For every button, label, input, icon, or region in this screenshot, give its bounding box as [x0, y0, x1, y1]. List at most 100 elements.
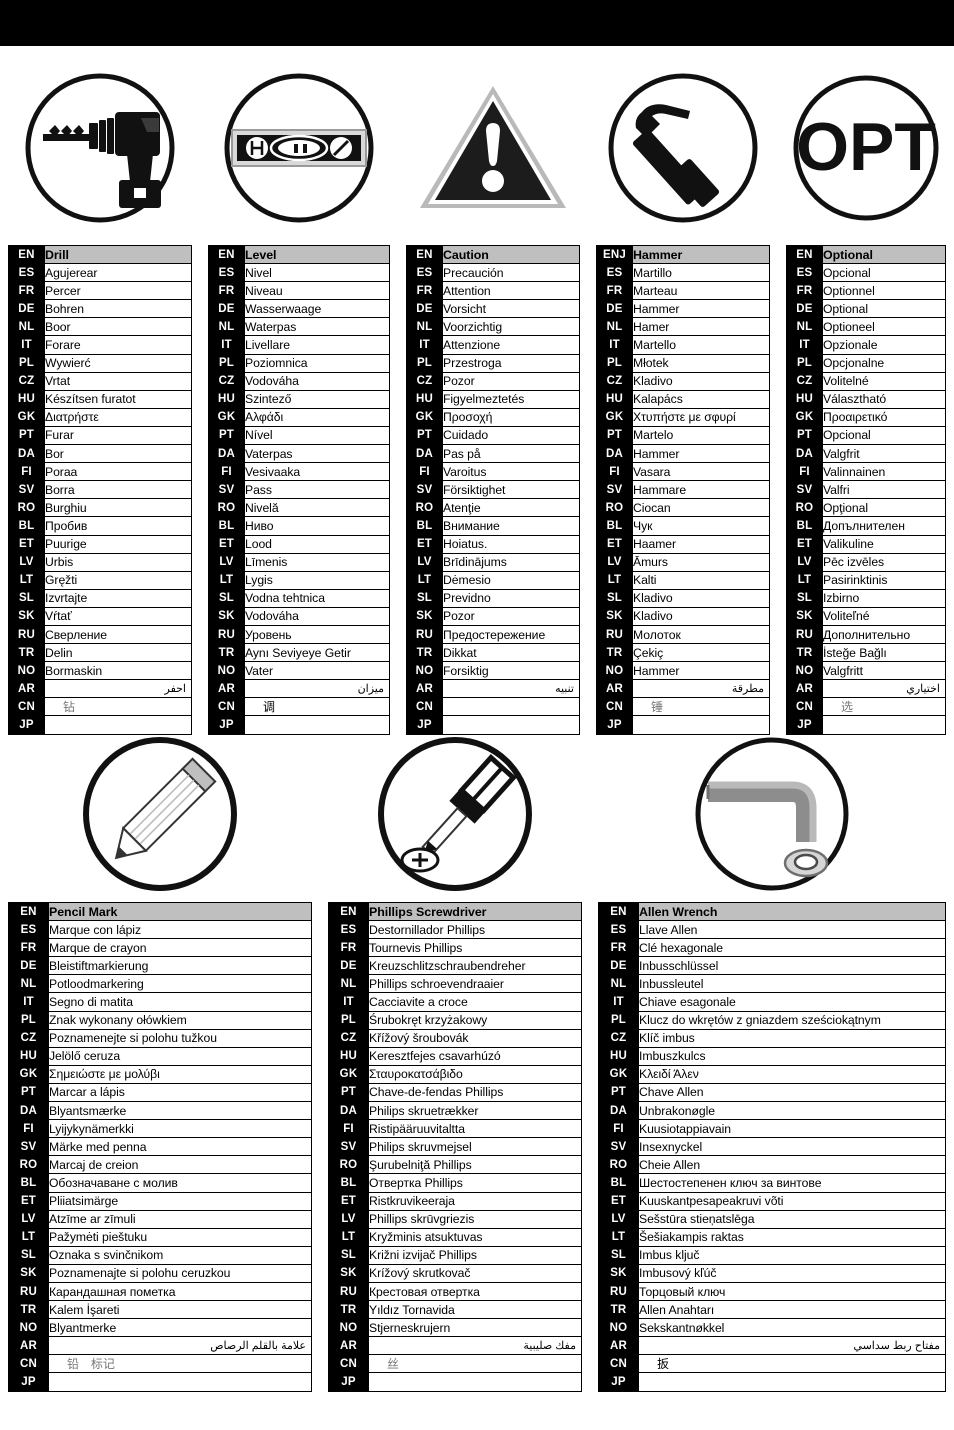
allen-wrench-icon [695, 737, 849, 891]
table-row: ET Pliiatsimärge [8, 1191, 312, 1211]
lang-code: GK [8, 407, 45, 427]
lang-code: CZ [8, 371, 45, 391]
term-cell: Potloodmarkering [48, 974, 312, 994]
term-cell: Κλειδί Άλεν [638, 1064, 946, 1084]
term-cell: مفك صليبية [368, 1336, 582, 1356]
term-cell: Pozor [442, 606, 580, 626]
table-row: AR مفك صليبية [328, 1336, 582, 1356]
table-row: GK Σημειώστε με μολύβι [8, 1064, 312, 1084]
lang-code: LV [596, 552, 633, 572]
table-row: CN 选 [786, 697, 946, 717]
table-row: DE Optional [786, 299, 946, 319]
term-cell: Kladivo [632, 588, 770, 608]
table-row: NO Vater [208, 661, 390, 681]
term-cell: Försiktighet [442, 480, 580, 500]
table-row: NL Potloodmarkering [8, 974, 312, 994]
lang-code: SV [8, 1137, 49, 1157]
lang-code: PL [328, 1010, 369, 1030]
table-row: DA Vaterpas [208, 444, 390, 464]
term-cell: Cacciavite a croce [368, 992, 582, 1012]
lang-code: NL [208, 317, 245, 337]
lang-code: PT [598, 1082, 639, 1103]
table-title: Drill [44, 244, 192, 265]
term-cell: Imbusový kľúč [638, 1263, 946, 1283]
table-row: CZ Poznamenejte si polohu tužkou [8, 1028, 312, 1048]
lang-code: EN [8, 901, 49, 922]
table-row: HU Választható [786, 389, 946, 409]
lang-code: BL [598, 1173, 639, 1193]
table-row: RO Cheie Allen [598, 1155, 946, 1175]
term-cell: Borra [44, 480, 192, 500]
lang-code: RO [598, 1155, 639, 1175]
term-cell: Waterpas [244, 317, 390, 337]
lang-code: RO [328, 1155, 369, 1175]
optional-icon-text: OPT [796, 109, 936, 185]
lang-code: DE [8, 299, 45, 319]
lang-code: FI [596, 462, 633, 482]
table-row: BL Отвертка Phillips [328, 1173, 582, 1193]
lang-code: JP [598, 1372, 639, 1392]
table-row: HU Keresztfejes csavarhúzó [328, 1046, 582, 1066]
lang-code: NL [8, 974, 49, 994]
table-row: PL Poziomnica [208, 353, 390, 373]
lang-code: NL [786, 317, 823, 337]
lang-code: NL [8, 317, 45, 337]
lang-code: CN [406, 697, 443, 717]
table-row: FI Varoitus [406, 462, 580, 482]
term-cell: Шестостепенен ключ за винтове [638, 1173, 946, 1193]
term-cell: Poziomnica [244, 353, 390, 373]
lang-code: RU [596, 624, 633, 645]
lang-code: BL [8, 1173, 49, 1193]
lang-code: EN [8, 244, 45, 265]
term-cell: Vater [244, 661, 390, 681]
table-row: SL Previdno [406, 588, 580, 608]
lang-code: GK [596, 407, 633, 427]
table-row: LT Pasirinktinis [786, 570, 946, 590]
lang-code: NO [208, 661, 245, 681]
table-row: DA Philips skruetrækker [328, 1101, 582, 1121]
table-row: CN 钻 [8, 697, 192, 717]
optional-table-wrap: EN Optional ES Opcional FR Optionnel DE Opt… [778, 244, 954, 735]
lang-code: LV [786, 552, 823, 572]
lang-code: DE [596, 299, 633, 319]
table-row: ES Agujerear [8, 263, 192, 283]
table-row: RO Nivelă [208, 498, 390, 518]
table-row: CN 铅 标记 [8, 1354, 312, 1374]
lang-code: DA [786, 444, 823, 464]
table-row: SV Pass [208, 480, 390, 500]
table-row: TR Aynı Seviyeye Getir [208, 643, 390, 663]
table-row: PL Znak wykonany ołówkiem [8, 1010, 312, 1030]
term-cell: Отвертка Phillips [368, 1173, 582, 1193]
lang-code: RO [406, 498, 443, 518]
lang-code: DA [208, 444, 245, 464]
term-cell: Znak wykonany ołówkiem [48, 1010, 312, 1030]
lang-code: GK [786, 407, 823, 427]
term-cell: Vasara [632, 462, 770, 482]
table-row: FR Niveau [208, 281, 390, 301]
table-row: JP [598, 1372, 946, 1392]
table-row: ET Haamer [596, 534, 770, 554]
lang-code: PL [596, 353, 633, 373]
lang-code: TR [208, 643, 245, 663]
table-row: DA Unbrakonøgle [598, 1101, 946, 1121]
table-row: CN 扳 [598, 1354, 946, 1374]
caution-table: EN Caution ES Precaución FR Attention DE Vo… [406, 244, 580, 735]
allen-wrench-icon-cell [590, 726, 954, 902]
table-row: SL Kladivo [596, 588, 770, 608]
lang-code: SV [598, 1137, 639, 1157]
lang-code: ET [8, 534, 45, 554]
table-row: ES Precaución [406, 263, 580, 283]
table-row: LV Atzīme ar zīmuli [8, 1209, 312, 1229]
lang-code: GK [208, 407, 245, 427]
term-cell: Pažymėti pieštuku [48, 1227, 312, 1247]
table-row: FR Attention [406, 281, 580, 301]
term-cell: تنبيه [442, 679, 580, 699]
term-cell: 铅 标记 [48, 1354, 312, 1374]
term-cell: Lyijykynämerkki [48, 1119, 312, 1139]
phillips-screwdriver-icon [378, 737, 532, 891]
term-cell: Внимание [442, 516, 580, 536]
table-row: ET Valikuline [786, 534, 946, 554]
table-row: TR Kalem İşareti [8, 1300, 312, 1320]
table-header-row: ENJ Hammer [596, 244, 770, 265]
table-row: FR Optionnel [786, 281, 946, 301]
